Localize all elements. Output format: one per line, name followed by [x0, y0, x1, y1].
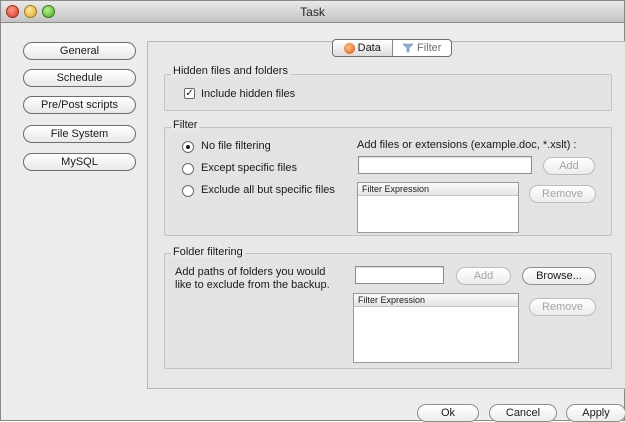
add-folder-filter-button[interactable]: Add: [456, 267, 511, 285]
no-file-filtering-radio[interactable]: [182, 141, 194, 153]
remove-folder-filter-button[interactable]: Remove: [529, 298, 596, 316]
except-specific-files-radio[interactable]: [182, 163, 194, 175]
add-file-filter-button[interactable]: Add: [543, 157, 595, 175]
sidebar-item-mysql[interactable]: MySQL: [23, 153, 136, 171]
data-icon: [343, 42, 355, 54]
ok-button[interactable]: Ok: [417, 404, 479, 422]
hidden-files-group-title: Hidden files and folders: [171, 65, 290, 77]
tab-filter[interactable]: Filter: [393, 40, 452, 56]
sidebar-item-pre-post-scripts[interactable]: Pre/Post scripts: [23, 96, 136, 114]
title-bar: Task: [1, 1, 624, 23]
exclude-all-but-specific-files-label: Exclude all but specific files: [201, 184, 335, 196]
window-title: Task: [300, 5, 325, 19]
add-files-extensions-label: Add files or extensions (example.doc, *.…: [357, 139, 577, 151]
cancel-button[interactable]: Cancel: [489, 404, 557, 422]
folder-filter-description-line1: Add paths of folders you would: [175, 266, 326, 278]
file-extension-input[interactable]: [358, 156, 532, 174]
except-specific-files-label: Except specific files: [201, 162, 297, 174]
folder-filtering-group-title: Folder filtering: [171, 246, 245, 258]
sidebar-item-general[interactable]: General: [23, 42, 136, 60]
include-hidden-files-label: Include hidden files: [201, 88, 296, 100]
folder-filter-description-line2: like to exclude from the backup.: [175, 279, 330, 291]
file-filter-list[interactable]: Filter Expression: [357, 182, 519, 233]
task-window: Task General Schedule Pre/Post scripts F…: [0, 0, 625, 422]
sidebar-item-schedule[interactable]: Schedule: [23, 69, 136, 87]
file-filter-list-header: Filter Expression: [358, 183, 518, 196]
tab-data[interactable]: Data: [333, 40, 393, 56]
exclude-all-but-specific-files-radio[interactable]: [182, 185, 194, 197]
filter-icon: [402, 43, 414, 53]
tab-bar: Data Filter: [332, 39, 452, 57]
folder-filter-list-header: Filter Expression: [354, 294, 518, 307]
tab-filter-label: Filter: [417, 42, 442, 54]
folder-path-input[interactable]: [355, 266, 444, 284]
include-hidden-files-checkbox[interactable]: ✓: [184, 88, 195, 99]
folder-filter-list[interactable]: Filter Expression: [353, 293, 519, 363]
sidebar-item-file-system[interactable]: File System: [23, 125, 136, 143]
tab-data-label: Data: [357, 42, 381, 54]
apply-button[interactable]: Apply: [566, 404, 625, 422]
filter-group-title: Filter: [171, 119, 200, 131]
remove-file-filter-button[interactable]: Remove: [529, 185, 596, 203]
no-file-filtering-label: No file filtering: [201, 140, 271, 152]
browse-button[interactable]: Browse...: [522, 267, 596, 285]
